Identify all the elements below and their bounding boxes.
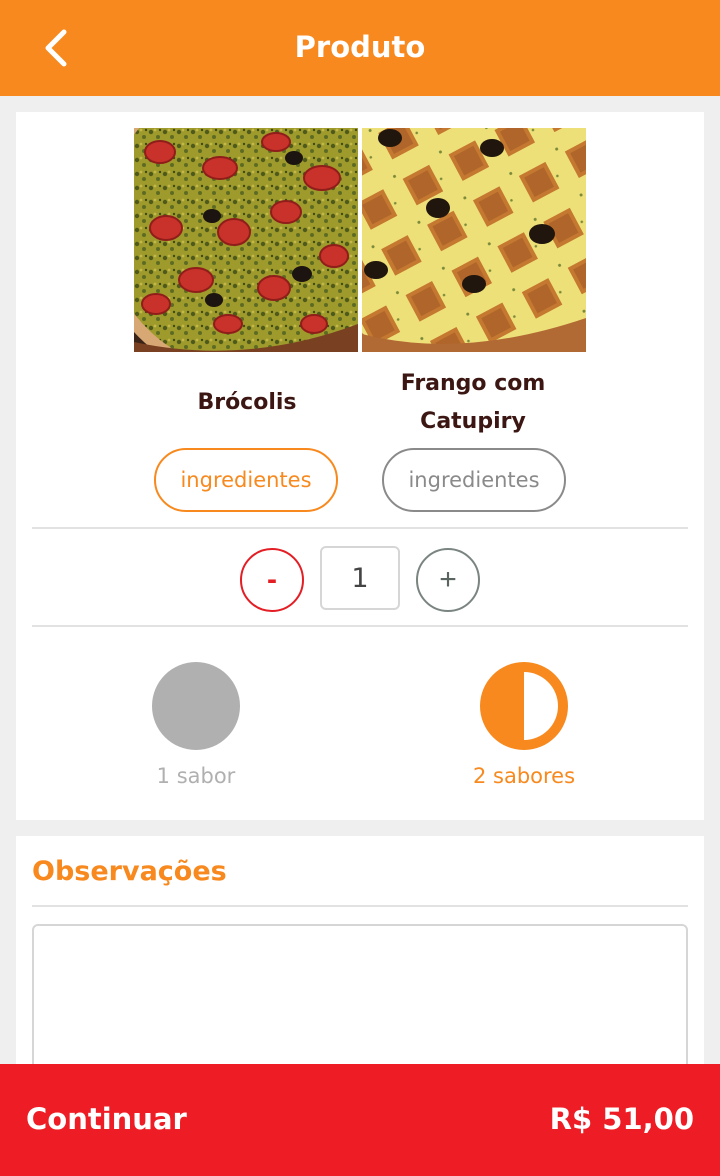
quantity-input[interactable] <box>320 546 400 610</box>
two-flavors-option[interactable]: 2 sabores <box>424 662 624 792</box>
observations-title: Observações <box>32 856 227 887</box>
page-title: Produto <box>294 30 426 64</box>
two-flavors-label: 2 sabores <box>472 764 576 788</box>
ingredients-button-frango-catupiry[interactable]: ingredientes <box>382 448 566 512</box>
divider <box>32 625 688 627</box>
ingredients-button-brocolis[interactable]: ingredientes <box>154 448 338 512</box>
continue-button-label: Continuar <box>26 1102 187 1136</box>
app-header: Produto <box>0 0 720 96</box>
pizza-frango-catupiry-image <box>362 128 586 352</box>
flavor-name-frango-catupiry: Frango com Catupiry <box>400 371 546 434</box>
total-price: R$ 51,00 <box>549 1102 694 1136</box>
flavor-name-brocolis: Brócolis <box>197 390 297 415</box>
one-flavor-option[interactable]: 1 sabor <box>96 662 296 792</box>
one-flavor-label: 1 sabor <box>156 764 236 788</box>
pizza-brocolis-image <box>134 128 358 352</box>
divider <box>32 905 688 907</box>
half-circle-icon <box>480 662 568 750</box>
divider <box>32 527 688 529</box>
product-card: Brócolis Frango com Catupiry ingrediente… <box>16 112 704 820</box>
full-circle-icon <box>152 662 240 750</box>
decrease-quantity-button[interactable]: - <box>240 548 304 612</box>
continue-bar[interactable]: Continuar R$ 51,00 <box>0 1064 720 1176</box>
increase-quantity-button[interactable]: + <box>416 548 480 612</box>
